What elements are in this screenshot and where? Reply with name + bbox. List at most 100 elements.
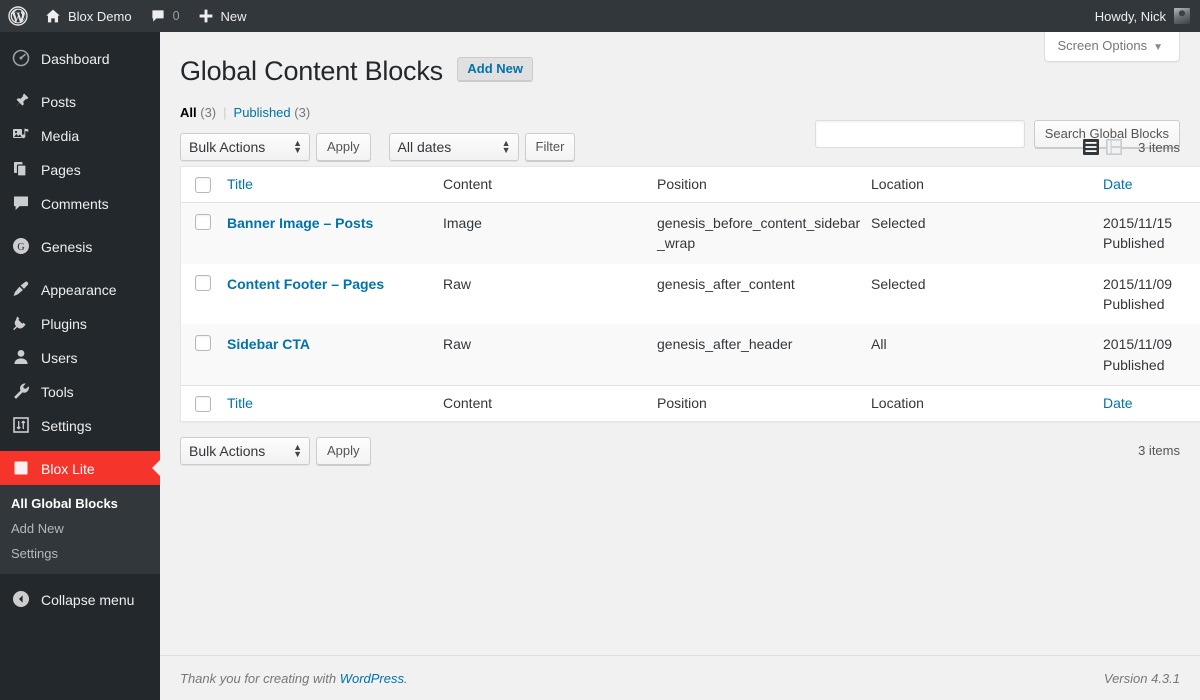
apply-button-top[interactable]: Apply (316, 133, 371, 162)
row-checkbox[interactable] (195, 335, 211, 352)
add-new-button[interactable]: Add New (457, 57, 534, 81)
sidebar-item-posts[interactable]: Posts (0, 84, 160, 118)
view-switch (1081, 137, 1124, 157)
select-arrows-icon: ▲ ▼ (293, 441, 302, 459)
table-row[interactable]: Content Footer – Pages Raw genesis_after… (181, 264, 1200, 325)
submenu-item-settings[interactable]: Settings (0, 541, 160, 566)
admin-sidebar-menu: Dashboard Posts Media Pages Comments G G… (0, 32, 160, 700)
row-date-cell: 2015/11/15 Published (1103, 203, 1200, 264)
row-date-cell: 2015/11/09 Published (1103, 324, 1200, 385)
table-body: Banner Image – Posts Image genesis_befor… (181, 203, 1200, 385)
sidebar-item-label: Pages (41, 161, 81, 178)
footer-thanks-prefix: Thank you for creating with (180, 670, 340, 686)
blox-lite-submenu: All Global Blocks Add New Settings (0, 485, 160, 574)
row-title-link[interactable]: Content Footer – Pages (227, 276, 384, 292)
row-title-link[interactable]: Sidebar CTA (227, 336, 310, 352)
comment-bubble-icon (150, 8, 166, 24)
submenu-item-all-global-blocks[interactable]: All Global Blocks (0, 491, 160, 516)
bulk-actions-group-top: Bulk Actions ▲ ▼ Apply (180, 133, 371, 162)
sidebar-item-tools[interactable]: Tools (0, 374, 160, 408)
home-icon (45, 8, 61, 24)
sort-date-link[interactable]: Date (1103, 176, 1133, 192)
column-footer-title[interactable]: Title (227, 384, 443, 421)
column-footer-date[interactable]: Date (1103, 384, 1200, 421)
site-name-button[interactable]: Blox Demo (36, 0, 141, 32)
table-row[interactable]: Banner Image – Posts Image genesis_befor… (181, 203, 1200, 264)
sidebar-item-label: Appearance (41, 281, 117, 298)
sidebar-item-pages[interactable]: Pages (0, 152, 160, 186)
wordpress-link[interactable]: WordPress (340, 671, 404, 686)
row-title-cell: Content Footer – Pages (227, 264, 443, 325)
row-status-value: Published (1103, 295, 1165, 312)
apply-button-bottom[interactable]: Apply (316, 436, 371, 465)
plus-icon (198, 8, 214, 24)
sidebar-item-label: Comments (41, 195, 109, 212)
column-header-date[interactable]: Date (1103, 167, 1200, 204)
row-content-cell: Raw (443, 336, 472, 353)
sidebar-item-genesis[interactable]: G Genesis (0, 229, 160, 263)
table-foot: Title Content Position Location Date (181, 384, 1200, 421)
filter-button[interactable]: Filter (524, 133, 576, 162)
comments-button[interactable]: 0 (141, 0, 189, 32)
row-checkbox[interactable] (195, 214, 211, 231)
row-checkbox[interactable] (195, 274, 211, 291)
avatar[interactable] (1174, 8, 1190, 24)
select-arrows-icon: ▲ ▼ (501, 138, 511, 156)
row-checkbox-cell (181, 203, 227, 264)
row-title-link[interactable]: Banner Image – Posts (227, 215, 373, 231)
admin-bar: Blox Demo 0 New Howdy, Nick (0, 0, 1200, 32)
collapse-arrow-icon (11, 589, 31, 609)
new-content-button[interactable]: New (189, 0, 256, 32)
table-header-row: Title Content Position Location Date (181, 167, 1200, 204)
sidebar-item-settings[interactable]: Settings (0, 408, 160, 442)
menu-spacer (0, 75, 160, 84)
media-icon (11, 125, 31, 145)
genesis-g-icon: G (11, 236, 31, 256)
footer-thanks-suffix: . (404, 670, 408, 686)
pin-icon (11, 91, 31, 111)
sidebar-item-media[interactable]: Media (0, 118, 160, 152)
howdy-greeting[interactable]: Howdy, Nick (1095, 9, 1166, 24)
user-icon (11, 347, 31, 367)
sidebar-item-users[interactable]: Users (0, 340, 160, 374)
sidebar-item-blox-lite[interactable]: Blox Lite (0, 451, 160, 485)
sidebar-item-dashboard[interactable]: Dashboard (0, 41, 160, 75)
sidebar-item-appearance[interactable]: Appearance (0, 272, 160, 306)
filter-all-link[interactable]: All (180, 105, 197, 120)
date-filter-select[interactable]: All dates ▲ ▼ (388, 133, 519, 162)
filter-all[interactable]: All (3) (180, 105, 216, 120)
main-content-area: Screen Options ▼ Global Content Blocks Ad… (160, 32, 1200, 700)
bulk-actions-select-bottom[interactable]: Bulk Actions ▲ ▼ (180, 436, 310, 465)
collapse-menu-button[interactable]: Collapse menu (0, 582, 160, 616)
new-content-label: New (220, 8, 247, 24)
excerpt-view-icon[interactable] (1104, 137, 1124, 157)
row-date-value: 2015/11/09 (1103, 336, 1173, 353)
submenu-item-add-new[interactable]: Add New (0, 516, 160, 541)
column-footer-position: Position (657, 384, 871, 421)
plugin-plug-icon (11, 313, 31, 333)
chevron-down-icon: ▼ (1153, 42, 1163, 53)
tablenav-right-bottom: 3 items (1130, 443, 1180, 458)
sort-date-link-footer[interactable]: Date (1103, 395, 1133, 411)
sidebar-item-plugins[interactable]: Plugins (0, 306, 160, 340)
date-filter-group: All dates ▲ ▼ Filter (388, 133, 576, 162)
sort-title-link[interactable]: Title (227, 176, 253, 192)
column-header-title[interactable]: Title (227, 167, 443, 204)
filter-divider: | (223, 105, 227, 121)
filter-published-link[interactable]: Published (234, 105, 291, 120)
row-status-value: Published (1103, 235, 1165, 252)
filter-published[interactable]: Published (3) (234, 105, 311, 120)
select-all-checkbox-top[interactable] (195, 177, 211, 194)
wordpress-logo-button[interactable] (0, 0, 36, 32)
row-content-cell: Image (443, 215, 482, 232)
screen-options-button[interactable]: Screen Options ▼ (1044, 32, 1180, 62)
sidebar-item-comments[interactable]: Comments (0, 186, 160, 220)
row-date-cell: 2015/11/09 Published (1103, 264, 1200, 325)
sort-title-link-footer[interactable]: Title (227, 395, 253, 411)
table-row[interactable]: Sidebar CTA Raw genesis_after_header All… (181, 324, 1200, 385)
list-view-icon[interactable] (1081, 137, 1101, 157)
bulk-actions-select-top[interactable]: Bulk Actions ▲ ▼ (180, 133, 310, 162)
global-blocks-table: Title Content Position Location Date Ban… (180, 166, 1200, 422)
items-count-bottom: 3 items (1138, 443, 1180, 459)
select-all-checkbox-bottom[interactable] (195, 395, 211, 412)
